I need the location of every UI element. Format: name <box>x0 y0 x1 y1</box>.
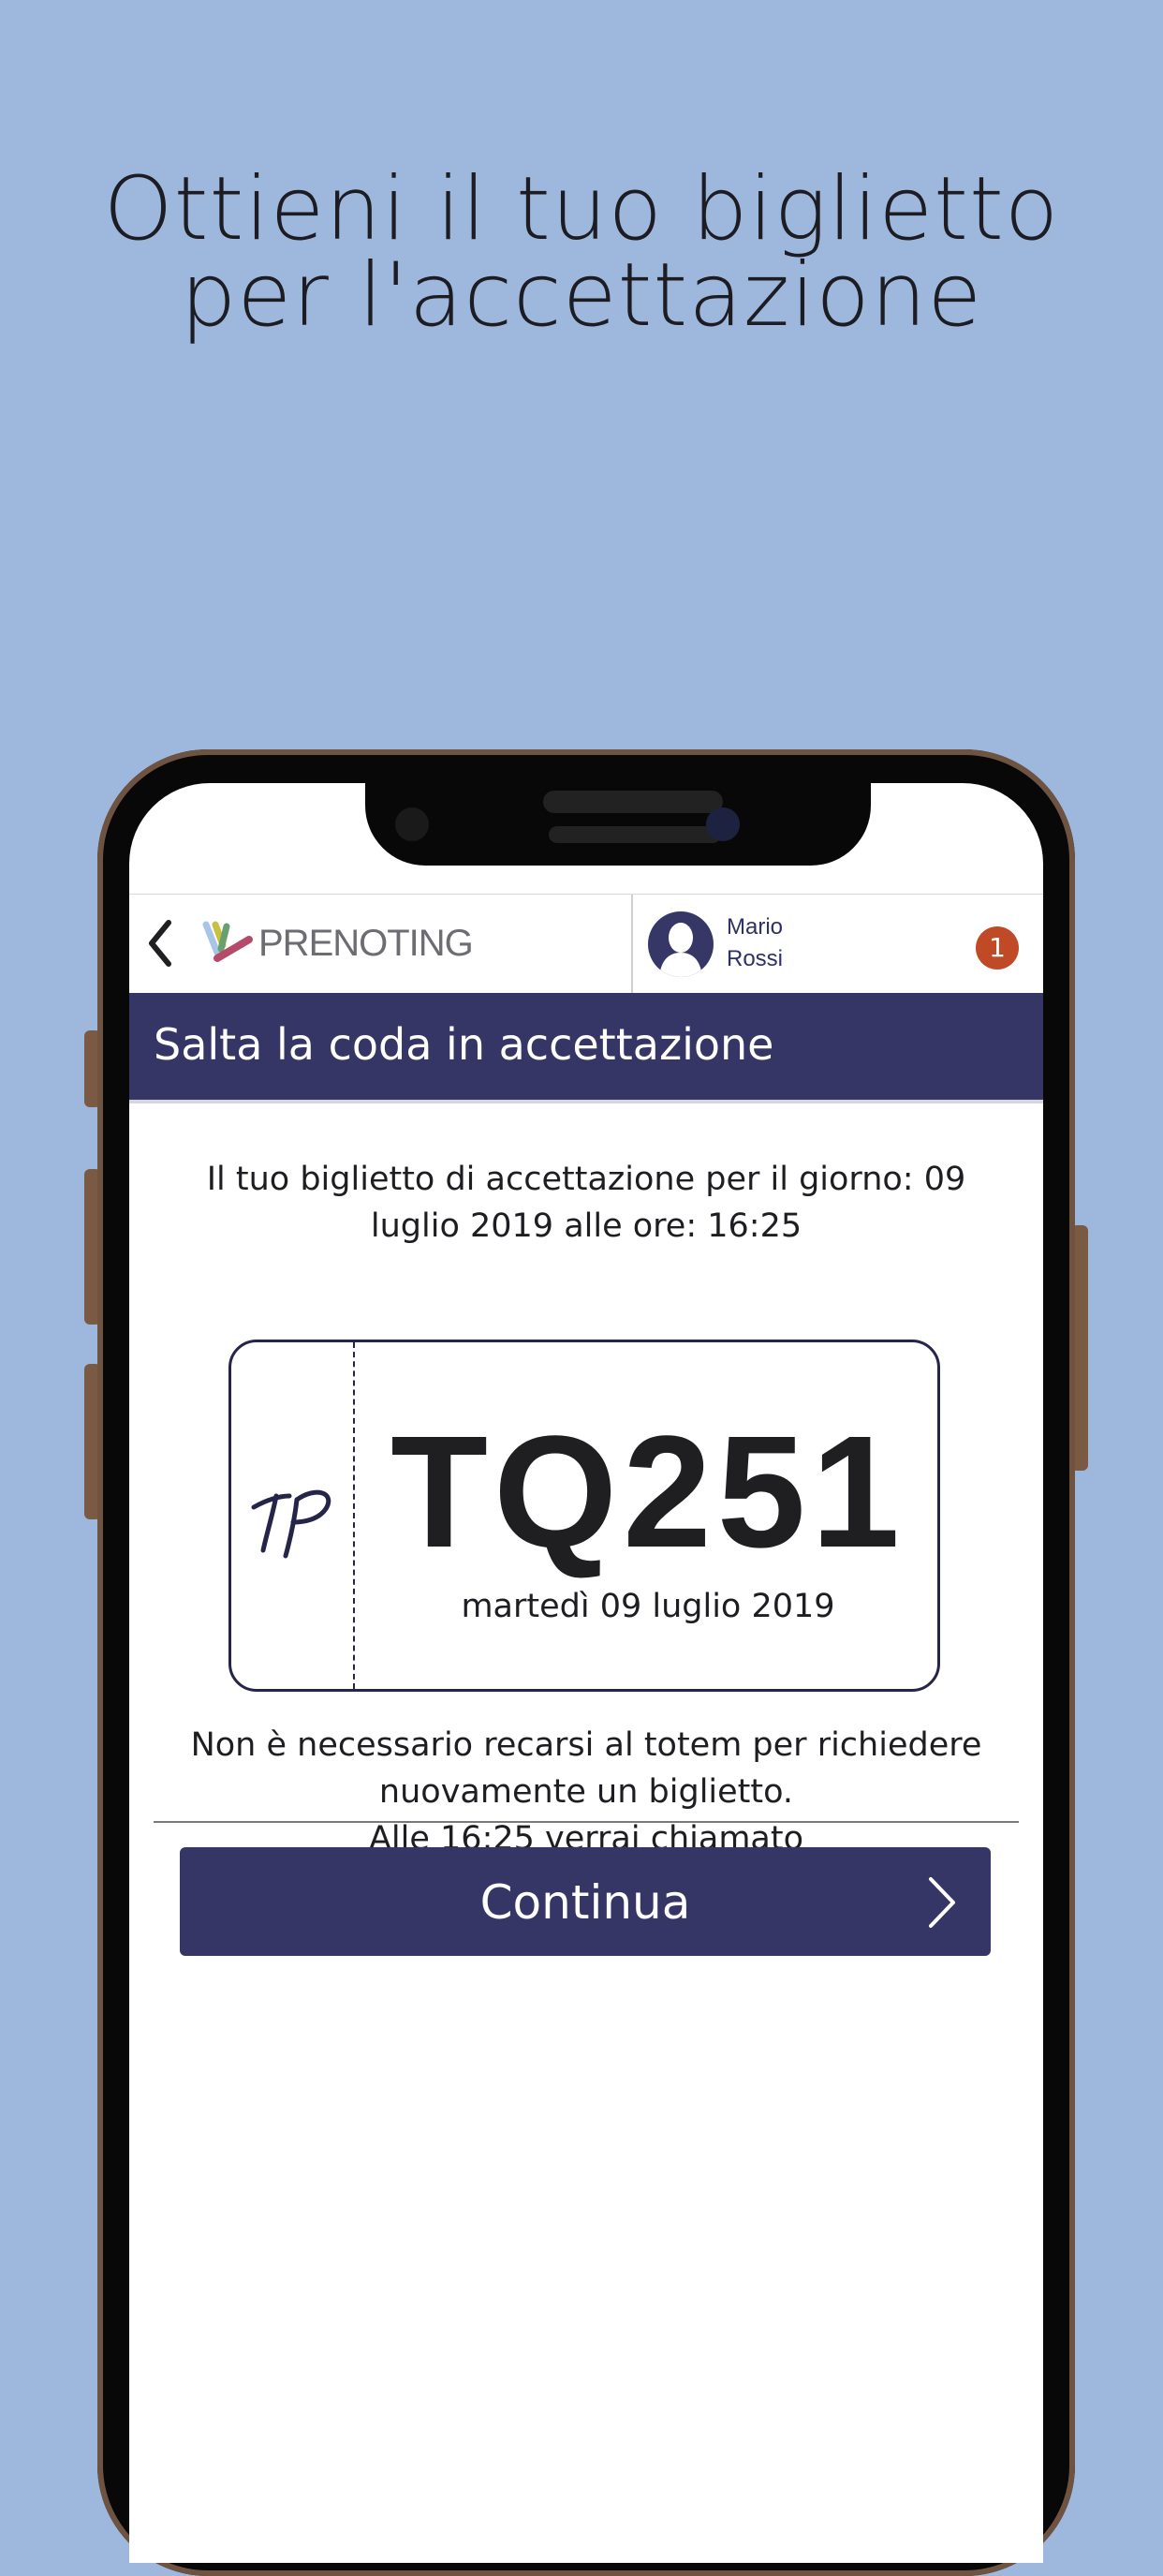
notice-line1: Non è necessario recarsi al totem per ri… <box>190 1726 982 1764</box>
notch-speaker <box>543 791 723 813</box>
ticket-code: TQ251 <box>390 1403 905 1581</box>
prenoting-logo: PRENOTING <box>202 915 474 971</box>
back-button[interactable] <box>140 915 187 971</box>
back-chevron-icon <box>149 920 171 967</box>
ticket-date: martedì 09 luglio 2019 <box>461 1588 835 1625</box>
user-avatar-icon <box>659 923 702 977</box>
chevron-right-icon <box>929 1877 955 1928</box>
ticket-info-text: Il tuo biglietto di accettazione per il … <box>206 1161 966 1245</box>
user-name[interactable]: Mario Rossi <box>727 911 783 975</box>
phone-notch <box>365 783 871 866</box>
logo-text: PRENOTING <box>258 923 474 964</box>
promo-title-line2: per l'accettazione <box>180 244 983 347</box>
continue-button[interactable]: Continua <box>180 1847 991 1956</box>
continue-button-label: Continua <box>479 1875 691 1930</box>
notice-text: Non è necessario recarsi al totem per ri… <box>167 1722 1006 1862</box>
prenoting-logo-mark-icon <box>202 921 253 962</box>
ticket-stub <box>231 1342 355 1689</box>
header-divider <box>631 895 633 994</box>
phone-frame: PRENOTING Mario Rossi 1 Salta la coda in… <box>97 749 1075 2576</box>
user-avatar[interactable] <box>648 911 714 977</box>
user-last-name: Rossi <box>727 946 784 971</box>
notch-sensor <box>549 826 721 843</box>
notice-line2: nuovamente un biglietto. <box>378 1773 794 1811</box>
promo-title-line1: Ottieni il tuo biglietto <box>103 158 1060 260</box>
front-camera <box>706 807 740 841</box>
app-header: PRENOTING Mario Rossi 1 <box>129 894 1043 994</box>
user-first-name: Mario <box>727 914 784 940</box>
phone-screen: PRENOTING Mario Rossi 1 Salta la coda in… <box>129 783 1043 2563</box>
ticket-logo-icon <box>251 1489 331 1559</box>
section-header: Salta la coda in accettazione <box>129 993 1043 1103</box>
notification-badge[interactable]: 1 <box>976 926 1019 970</box>
section-title: Salta la coda in accettazione <box>154 1019 774 1070</box>
content-divider <box>154 1821 1019 1823</box>
promo-title: Ottieni il tuo biglietto per l'accettazi… <box>0 158 1163 347</box>
notch-sensor-dot <box>395 807 429 841</box>
ticket-card: TQ251 martedì 09 luglio 2019 <box>228 1340 940 1692</box>
